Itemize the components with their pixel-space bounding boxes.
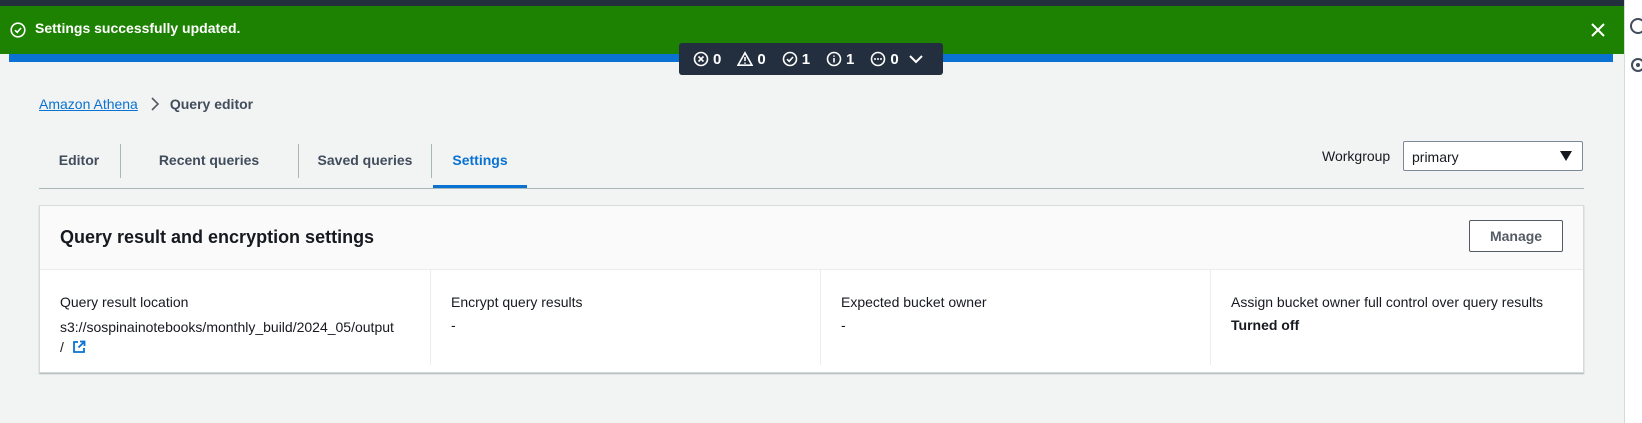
workgroup-label: Workgroup [1322,148,1391,164]
bucket-owner-full-control-value: Turned off [1231,317,1300,333]
breadcrumb-amazon-athena[interactable]: Amazon Athena [39,96,138,112]
encrypt-query-results-value: - [451,317,456,333]
chevron-right-icon [151,97,159,111]
tab-recent-queries[interactable]: Recent queries [121,138,297,186]
success-count-value: 1 [801,50,811,68]
flash-message: Settings successfully updated. [35,20,241,36]
query-result-location-label: Query result location [60,294,189,310]
warning-count-value: 0 [757,50,766,68]
expected-bucket-owner-value: - [841,317,846,333]
error-count[interactable]: 0 [693,51,721,68]
breadcrumb-query-editor: Query editor [169,96,254,112]
query-result-location-column: Query result location s3://sospinainoteb… [40,269,430,365]
external-link-icon[interactable] [72,340,86,354]
info-icon [826,51,842,67]
workgroup-selected-value: primary [1412,149,1459,165]
success-count[interactable]: 1 [782,51,810,68]
error-icon [693,51,709,67]
warning-count[interactable]: 0 [737,50,766,68]
panel-title: Query result and encryption settings [60,227,375,247]
query-result-location-link[interactable]: s3://sospinainotebooks/monthly_build/202… [60,319,394,335]
error-count-value: 0 [713,50,722,68]
tab-settings[interactable]: Settings [433,138,527,188]
breadcrumb: Amazon Athena Query editor [39,96,253,112]
in-progress-count[interactable]: 0 [870,50,899,68]
info-count-value: 1 [846,50,855,68]
expected-bucket-owner-label: Expected bucket owner [841,294,987,310]
bucket-owner-full-control-column: Assign bucket owner full control over qu… [1210,269,1583,365]
tab-saved-queries[interactable]: Saved queries [299,138,431,186]
encrypt-query-results-column: Encrypt query results - [430,269,820,365]
workgroup-select[interactable]: primary [1403,141,1583,171]
query-result-location-value: s3://sospinainotebooks/monthly_build/202… [60,317,420,357]
right-utility-rail [1624,0,1642,423]
chevron-down-icon[interactable] [908,51,924,67]
expected-bucket-owner-column: Expected bucket owner - [820,269,1210,365]
manage-button[interactable]: Manage [1469,220,1563,252]
encrypt-query-results-label: Encrypt query results [451,294,583,310]
tab-divider [431,144,432,178]
settings-icon[interactable] [1629,56,1642,74]
help-icon[interactable] [1629,17,1642,35]
caret-down-icon [1560,151,1572,161]
tab-editor[interactable]: Editor [39,138,119,186]
success-circle-icon [10,22,26,38]
panel-header: Query result and encryption settings Man… [40,206,1583,270]
warning-icon [737,51,754,66]
in-progress-icon [871,51,886,67]
query-result-location-link-tail[interactable]: / [60,339,64,355]
success-icon [782,51,797,67]
bucket-owner-full-control-label: Assign bucket owner full control over qu… [1231,294,1544,310]
query-settings-panel: Query result and encryption settings Man… [39,205,1584,373]
info-count[interactable]: 1 [826,51,854,68]
notification-counter[interactable]: 0 0 1 1 0 [679,43,943,75]
close-icon[interactable] [1589,21,1607,39]
in-progress-count-value: 0 [890,50,899,68]
